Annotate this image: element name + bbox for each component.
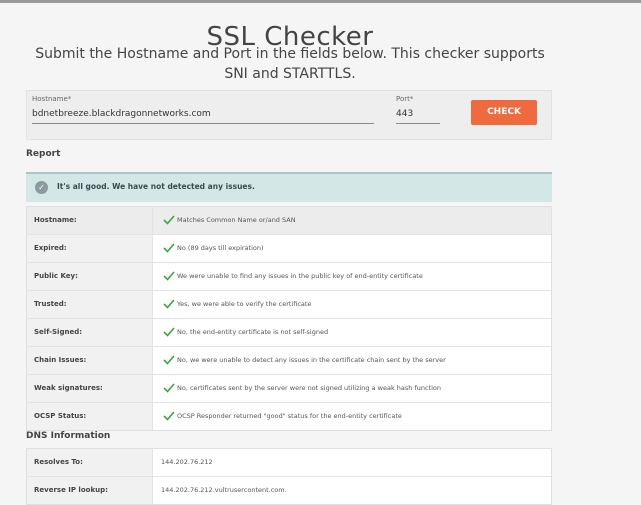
table-row-expired: Expired: No (89 days till expiration) bbox=[27, 235, 551, 263]
report-heading: Report bbox=[26, 149, 61, 159]
port-label: Port* bbox=[396, 95, 414, 103]
check-icon bbox=[163, 215, 175, 225]
status-banner-text: It's all good. We have not detected any … bbox=[57, 182, 255, 191]
table-row-hostname: Hostname: Matches Common Name or/and SAN bbox=[27, 207, 551, 235]
row-label: Expired: bbox=[27, 235, 153, 262]
row-label: Self-Signed: bbox=[27, 319, 153, 346]
table-row-weak-signatures: Weak signatures: No, certificates sent b… bbox=[27, 375, 551, 403]
hostname-label: Hostname* bbox=[32, 95, 72, 103]
row-value: We were unable to find any issues in the… bbox=[177, 272, 423, 280]
port-input[interactable]: 443 bbox=[396, 107, 440, 124]
table-row-self-signed: Self-Signed: No, the end-entity certific… bbox=[27, 319, 551, 347]
row-value: Matches Common Name or/and SAN bbox=[177, 216, 296, 224]
row-value: OCSP Responder returned "good" status fo… bbox=[177, 412, 402, 420]
row-value: No, the end-entity certificate is not se… bbox=[177, 328, 329, 336]
hostname-input[interactable]: bdnetbreeze.blackdragonnetworks.com bbox=[32, 107, 374, 124]
check-icon bbox=[163, 243, 175, 253]
check-icon bbox=[163, 299, 175, 309]
row-label: Public Key: bbox=[27, 263, 153, 290]
check-icon bbox=[163, 355, 175, 365]
table-row-resolves-to: Resolves To: 144.202.76.212 bbox=[27, 449, 551, 477]
row-label: OCSP Status: bbox=[27, 403, 153, 430]
checker-form: Hostname* bdnetbreeze.blackdragonnetwork… bbox=[26, 90, 552, 140]
report-table: Hostname: Matches Common Name or/and SAN… bbox=[26, 206, 552, 431]
row-value: No (89 days till expiration) bbox=[177, 244, 264, 252]
table-row-ocsp-status: OCSP Status: OCSP Responder returned "go… bbox=[27, 403, 551, 430]
check-icon bbox=[163, 383, 175, 393]
row-value: Yes, we were able to verify the certific… bbox=[177, 300, 312, 308]
check-button[interactable]: CHECK bbox=[471, 100, 537, 125]
table-row-chain-issues: Chain Issues: No, we were unable to dete… bbox=[27, 347, 551, 375]
row-label: Resolves To: bbox=[27, 449, 153, 476]
page-subtitle: Submit the Hostname and Port in the fiel… bbox=[35, 46, 545, 82]
table-row-trusted: Trusted: Yes, we were able to verify the… bbox=[27, 291, 551, 319]
check-icon bbox=[163, 271, 175, 281]
table-row-public-key: Public Key: We were unable to find any i… bbox=[27, 263, 551, 291]
status-banner: ✓ It's all good. We have not detected an… bbox=[26, 172, 552, 202]
row-label: Hostname: bbox=[27, 207, 153, 234]
row-label: Trusted: bbox=[27, 291, 153, 318]
check-icon bbox=[163, 411, 175, 421]
row-label: Chain Issues: bbox=[27, 347, 153, 374]
top-border bbox=[0, 0, 641, 3]
row-label: Weak signatures: bbox=[27, 375, 153, 402]
row-value: No, certificates sent by the server were… bbox=[177, 384, 442, 392]
check-icon bbox=[163, 327, 175, 337]
dns-table: Resolves To: 144.202.76.212 Reverse IP l… bbox=[26, 448, 552, 505]
check-circle-icon: ✓ bbox=[35, 181, 48, 194]
dns-heading: DNS Information bbox=[26, 431, 111, 441]
row-value: 144.202.76.212 bbox=[161, 458, 213, 466]
row-value: No, we were unable to detect any issues … bbox=[177, 356, 446, 364]
